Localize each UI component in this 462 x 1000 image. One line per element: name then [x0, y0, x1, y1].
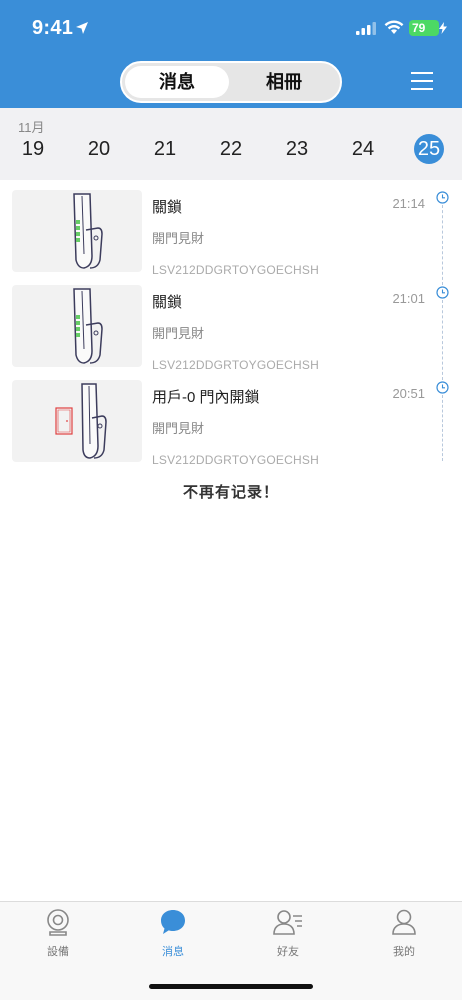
view-switcher: 消息 相冊 — [120, 61, 342, 103]
record-title: 用戶-0 門內開鎖 — [152, 389, 260, 406]
lock-thumbnail — [12, 285, 142, 367]
record-device-id: LSV212DDGRTOYGOECHSH — [152, 358, 319, 372]
tab-friends[interactable]: 好友 — [248, 908, 328, 959]
month-label: 11月 — [18, 120, 45, 135]
status-time: 9:41 — [32, 17, 74, 39]
tab-messages-bottom[interactable]: 消息 — [133, 908, 213, 959]
battery-level: 79 — [412, 21, 426, 35]
tab-album[interactable]: 相冊 — [232, 66, 336, 98]
record-title: 關鎖 — [152, 294, 183, 311]
list-item[interactable]: 關鎖 開門見財 LSV212DDGRTOYGOECHSH 21:14 — [0, 190, 462, 280]
lock-thumbnail — [12, 380, 142, 462]
record-title: 關鎖 — [152, 199, 183, 216]
tab-label: 消息 — [162, 946, 184, 958]
day-21[interactable]: 21 — [145, 138, 185, 161]
record-subtitle: 開門見財 — [152, 421, 205, 436]
lock-thumbnail — [12, 190, 142, 272]
clock-icon — [436, 381, 449, 394]
day-23[interactable]: 23 — [277, 138, 317, 161]
camera-device-icon — [47, 909, 69, 936]
record-time: 21:01 — [392, 291, 425, 306]
day-24[interactable]: 24 — [343, 138, 383, 161]
status-bar: 9:41 79 — [0, 0, 462, 56]
friends-list-icon — [273, 910, 302, 935]
day-22[interactable]: 22 — [211, 138, 251, 161]
location-arrow-icon — [76, 22, 88, 34]
tab-devices[interactable]: 設備 — [18, 908, 98, 959]
chat-bubble-icon — [161, 910, 185, 934]
tab-label: 好友 — [277, 946, 299, 958]
day-19[interactable]: 19 — [13, 138, 53, 161]
timeline-line — [442, 205, 443, 285]
record-subtitle: 開門見財 — [152, 231, 205, 246]
app-header: 9:41 79 消息 相冊 — [0, 0, 462, 108]
wifi-icon — [384, 20, 404, 34]
cellular-signal-icon — [356, 22, 376, 35]
clock-icon — [436, 286, 449, 299]
smart-lock-icon — [73, 288, 103, 364]
list-item[interactable]: 關鎖 開門見財 LSV212DDGRTOYGOECHSH 21:01 — [0, 285, 462, 375]
timeline-line — [442, 395, 443, 461]
record-subtitle: 開門見財 — [152, 326, 205, 341]
timeline-line — [442, 300, 443, 380]
hamburger-menu-icon[interactable] — [411, 70, 433, 92]
charging-bolt-icon — [439, 22, 447, 34]
smart-lock-icon — [73, 193, 103, 269]
clock-icon — [436, 191, 449, 204]
tab-label: 設備 — [47, 946, 69, 958]
record-time: 21:14 — [392, 196, 425, 211]
tab-profile[interactable]: 我的 — [364, 908, 444, 959]
record-device-id: LSV212DDGRTOYGOECHSH — [152, 263, 319, 277]
battery-indicator: 79 — [409, 20, 447, 36]
day-20[interactable]: 20 — [79, 138, 119, 161]
record-time: 20:51 — [392, 386, 425, 401]
record-device-id: LSV212DDGRTOYGOECHSH — [152, 453, 319, 467]
end-of-list-message: 不再有记录！ — [182, 484, 279, 501]
tab-messages[interactable]: 消息 — [125, 66, 229, 98]
date-strip: 11月 19 20 21 22 23 24 — [0, 108, 462, 180]
list-item[interactable]: 用戶-0 門內開鎖 開門見財 LSV212DDGRTOYGOECHSH 20:5… — [0, 380, 462, 470]
door-unlock-icon — [55, 383, 107, 459]
home-indicator — [149, 984, 313, 989]
person-icon — [392, 909, 416, 935]
tab-label: 我的 — [393, 946, 415, 958]
day-selected[interactable]: 25 — [414, 134, 444, 164]
